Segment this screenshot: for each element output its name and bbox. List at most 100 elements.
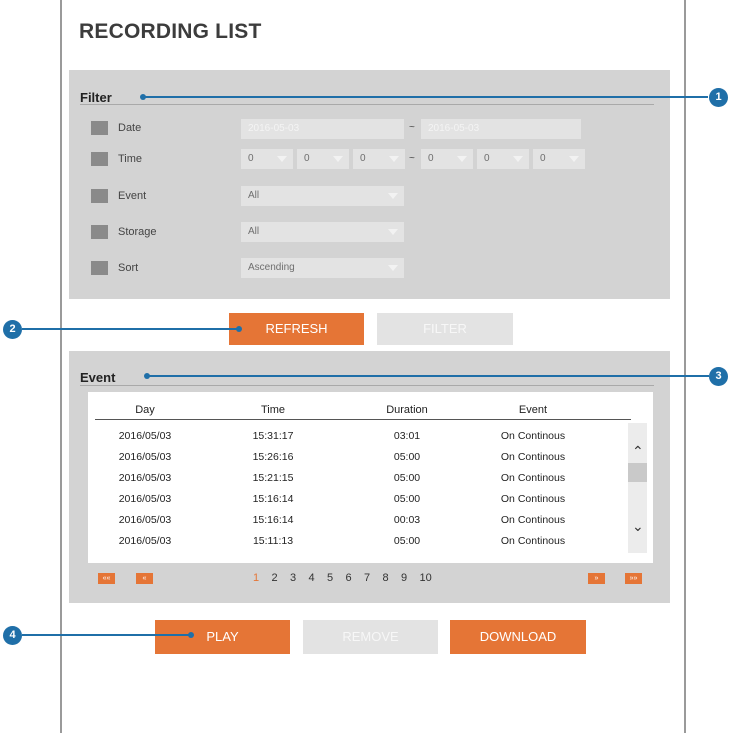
sort-label: Sort [118,262,139,274]
page-number-link[interactable]: 4 [309,572,315,584]
callout-1-line [145,96,708,98]
table-cell[interactable]: 15:16:14 [228,493,318,505]
page-number-link[interactable]: 10 [420,572,432,584]
chevron-down-icon [333,156,343,162]
chevron-down-icon [277,156,287,162]
table-cell[interactable]: 05:00 [362,535,452,547]
page-number-link[interactable]: 6 [346,572,352,584]
date-range-separator: ~ [409,122,415,133]
column-header-duration[interactable]: Duration [362,404,452,416]
prev-page-button[interactable]: « [136,573,153,584]
time-label: Time [118,153,143,165]
callout-1-badge: 1 [709,88,728,107]
time-to-minute-select[interactable]: 0 [477,149,529,169]
table-cell[interactable]: 2016/05/03 [100,451,190,463]
sort-select[interactable]: Ascending [241,258,404,278]
table-cell[interactable]: On Continous [488,472,578,484]
refresh-button[interactable]: REFRESH [229,313,364,345]
page-number-link[interactable]: 3 [290,572,296,584]
chevron-down-icon [513,156,523,162]
table-cell[interactable]: On Continous [488,430,578,442]
sort-select-value: Ascending [248,262,295,273]
storage-select[interactable]: All [241,222,404,242]
first-page-button[interactable]: «« [98,573,115,584]
table-cell[interactable]: 05:00 [362,472,452,484]
table-cell[interactable]: 15:26:16 [228,451,318,463]
event-select[interactable]: All [241,186,404,206]
table-cell[interactable]: 03:01 [362,430,452,442]
time-from-minute-select[interactable]: 0 [297,149,349,169]
page-number-link[interactable]: 8 [383,572,389,584]
time-from-hour-select[interactable]: 0 [241,149,293,169]
table-cell[interactable]: On Continous [488,451,578,463]
page-number-link[interactable]: 9 [401,572,407,584]
filter-button[interactable]: FILTER [377,313,513,345]
time-from-second-select[interactable]: 0 [353,149,405,169]
time-to-hour-value: 0 [428,153,434,164]
event-section-label: Event [80,370,116,385]
table-cell[interactable]: 2016/05/03 [100,514,190,526]
callout-2-anchor [236,326,242,332]
column-header-time[interactable]: Time [228,404,318,416]
event-checkbox[interactable] [91,189,108,203]
table-cell[interactable]: 15:21:15 [228,472,318,484]
callout-3-line [149,375,709,377]
date-to-input[interactable]: 2016-05-03 [421,119,581,139]
scrollbar-thumb[interactable] [628,463,647,482]
remove-button[interactable]: REMOVE [303,620,438,654]
time-range-separator: ~ [409,153,415,164]
callout-3-badge: 3 [709,367,728,386]
table-cell[interactable]: 2016/05/03 [100,472,190,484]
date-label: Date [118,122,142,134]
table-cell[interactable]: 15:11:13 [228,535,318,547]
time-from-second-value: 0 [360,153,366,164]
column-header-day[interactable]: Day [100,404,190,416]
table-cell[interactable]: On Continous [488,535,578,547]
callout-4-badge: 4 [3,626,22,645]
scroll-up-icon[interactable]: ⌃ [632,444,644,458]
table-cell[interactable]: 00:03 [362,514,452,526]
callout-2-badge: 2 [3,320,22,339]
chevron-down-icon [389,156,399,162]
page-number-link[interactable]: 1 [253,572,259,584]
date-from-input[interactable]: 2016-05-03 [241,119,404,139]
callout-4-anchor [188,632,194,638]
last-page-button[interactable]: »» [625,573,642,584]
time-from-hour-value: 0 [248,153,254,164]
chevron-down-icon [457,156,467,162]
time-to-hour-select[interactable]: 0 [421,149,473,169]
chevron-down-icon [388,193,398,199]
table-cell[interactable]: 15:31:17 [228,430,318,442]
time-checkbox[interactable] [91,152,108,166]
callout-4-line [22,634,190,636]
time-to-minute-value: 0 [484,153,490,164]
play-button[interactable]: PLAY [155,620,290,654]
chevron-down-icon [388,265,398,271]
column-header-event[interactable]: Event [488,404,578,416]
page-number-link[interactable]: 7 [364,572,370,584]
table-cell[interactable]: On Continous [488,493,578,505]
next-page-button[interactable]: » [588,573,605,584]
event-section-divider [80,385,654,386]
event-select-value: All [248,190,260,201]
page-number-link[interactable]: 5 [327,572,333,584]
time-to-second-select[interactable]: 0 [533,149,585,169]
table-cell[interactable]: 05:00 [362,493,452,505]
download-button[interactable]: DOWNLOAD [450,620,586,654]
table-cell[interactable]: 2016/05/03 [100,535,190,547]
table-cell[interactable]: 15:16:14 [228,514,318,526]
table-cell[interactable]: On Continous [488,514,578,526]
scroll-down-icon[interactable]: ⌄ [632,519,644,533]
chevron-down-icon [388,229,398,235]
storage-checkbox[interactable] [91,225,108,239]
date-checkbox[interactable] [91,121,108,135]
page-number-link[interactable]: 2 [272,572,278,584]
sort-checkbox[interactable] [91,261,108,275]
storage-label: Storage [118,226,157,238]
time-from-minute-value: 0 [304,153,310,164]
time-to-second-value: 0 [540,153,546,164]
table-cell[interactable]: 2016/05/03 [100,493,190,505]
table-cell[interactable]: 2016/05/03 [100,430,190,442]
chevron-down-icon [569,156,579,162]
table-cell[interactable]: 05:00 [362,451,452,463]
